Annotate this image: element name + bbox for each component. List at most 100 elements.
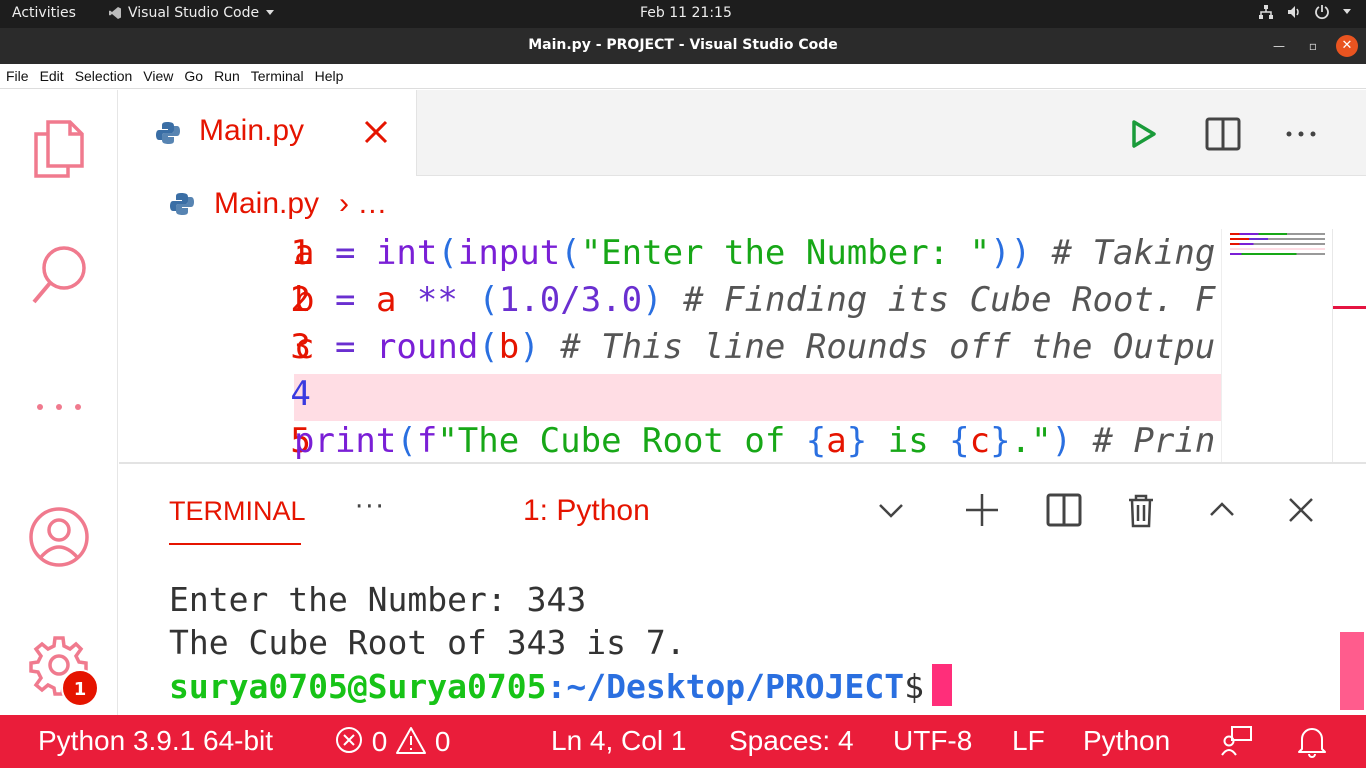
language-mode-status[interactable]: Python xyxy=(1083,725,1170,757)
python-file-icon xyxy=(156,122,180,144)
app-menu-label: Visual Studio Code xyxy=(128,5,260,21)
breadcrumb-symbols[interactable]: › … xyxy=(339,187,387,221)
window-title-bar: Main.py - PROJECT - Visual Studio Code —… xyxy=(0,28,1366,64)
minimap-ruler xyxy=(1332,229,1333,462)
tab-label: Main.py xyxy=(199,114,305,147)
encoding-status[interactable]: UTF-8 xyxy=(893,725,972,757)
active-tab-indicator xyxy=(169,543,301,545)
close-window-button[interactable]: ✕ xyxy=(1336,35,1358,57)
chevron-down-icon xyxy=(1343,9,1351,14)
search-button[interactable] xyxy=(24,240,94,310)
menu-go[interactable]: Go xyxy=(184,68,203,84)
terminal-prompt-line: surya0705@Surya0705:~/Desktop/PROJECT$ xyxy=(169,664,952,708)
breadcrumb-file[interactable]: Main.py xyxy=(214,187,319,221)
chevron-right-icon: › xyxy=(339,187,349,220)
maximize-button[interactable]: ▫ xyxy=(1302,35,1324,57)
notification-badge: 1 xyxy=(61,669,99,707)
ellipsis-icon xyxy=(1286,131,1316,137)
warning-icon xyxy=(396,727,427,754)
close-icon xyxy=(1289,498,1313,522)
status-bar: Python 3.9.1 64-bit 0 0 Ln 4, Col 1 Spac… xyxy=(0,715,1366,768)
window-title: Main.py - PROJECT - Visual Studio Code xyxy=(528,37,838,53)
menu-file[interactable]: File xyxy=(6,68,29,84)
menu-view[interactable]: View xyxy=(143,68,173,84)
code-text: c = round(b) # This line Rounds off the … xyxy=(294,327,1216,367)
minimap-line xyxy=(1230,243,1325,245)
code-text: b = a ** (1.0/3.0) # Finding its Cube Ro… xyxy=(294,280,1216,320)
new-terminal-button[interactable] xyxy=(962,490,1002,530)
code-line: 2 b = a ** (1.0/3.0) # Finding its Cube … xyxy=(119,276,1221,323)
system-tray[interactable] xyxy=(1258,4,1352,20)
indentation-status[interactable]: Spaces: 4 xyxy=(729,725,854,757)
more-actions-button[interactable] xyxy=(1281,114,1321,154)
feedback-icon xyxy=(1221,726,1252,756)
python-interpreter-status[interactable]: Python 3.9.1 64-bit xyxy=(38,725,273,757)
split-terminal-button[interactable] xyxy=(1044,490,1084,530)
activity-bar xyxy=(0,90,118,715)
panel-more-button[interactable]: ··· xyxy=(355,492,386,522)
tab-main-py[interactable]: Main.py xyxy=(119,90,417,176)
editor-tab-bar: Main.py xyxy=(119,90,1366,176)
terminal-dropdown-button[interactable] xyxy=(871,490,911,530)
menu-selection[interactable]: Selection xyxy=(75,68,133,84)
breadcrumb: Main.py › … xyxy=(119,177,1366,229)
explorer-button[interactable] xyxy=(24,112,94,182)
minimap-line xyxy=(1230,233,1325,235)
minimap[interactable] xyxy=(1221,229,1366,462)
accounts-button[interactable] xyxy=(24,502,94,572)
prompt-symbol: $ xyxy=(904,667,924,706)
terminal-line: The Cube Root of 343 is 7. xyxy=(169,623,686,662)
bell-icon xyxy=(1298,728,1326,758)
menu-help[interactable]: Help xyxy=(315,68,344,84)
chevron-down-icon xyxy=(266,10,275,15)
problems-status[interactable]: 0 0 xyxy=(334,725,451,758)
feedback-button[interactable] xyxy=(1220,724,1254,761)
network-icon xyxy=(1259,5,1273,19)
split-editor-icon xyxy=(1205,117,1241,151)
menu-run[interactable]: Run xyxy=(214,68,240,84)
code-line: 1 a = int(input("Enter the Number: ")) #… xyxy=(119,229,1221,276)
code-text: a = int(input("Enter the Number: ")) # T… xyxy=(294,233,1216,273)
kill-terminal-button[interactable] xyxy=(1121,490,1161,530)
maximize-panel-button[interactable] xyxy=(1202,490,1242,530)
terminal-scrollbar[interactable] xyxy=(1340,632,1364,710)
volume-icon xyxy=(1288,6,1299,18)
terminal-select[interactable]: 1: Python xyxy=(523,494,650,528)
bottom-panel: TERMINAL ··· 1: Python Enter the Number:… xyxy=(119,462,1366,715)
code-editor[interactable]: 1 a = int(input("Enter the Number: ")) #… xyxy=(119,229,1221,462)
more-views-button[interactable] xyxy=(24,372,94,442)
close-tab-icon[interactable] xyxy=(362,118,390,146)
code-line: 3 c = round(b) # This line Rounds off th… xyxy=(119,323,1221,370)
code-text: print(f"The Cube Root of {a} is {c}.") #… xyxy=(294,421,1216,461)
ellipsis-icon xyxy=(37,404,81,410)
terminal-cursor xyxy=(932,664,952,706)
prompt-path: :~/Desktop/PROJECT xyxy=(546,667,905,706)
files-icon xyxy=(34,120,84,178)
clock[interactable]: Feb 11 21:15 xyxy=(640,5,732,21)
overview-ruler-marker xyxy=(1333,306,1366,309)
trash-icon xyxy=(1129,494,1153,528)
app-menu[interactable]: Visual Studio Code xyxy=(108,5,275,21)
power-icon xyxy=(1315,5,1329,20)
code-line: 4 xyxy=(119,370,1221,417)
menu-edit[interactable]: Edit xyxy=(40,68,64,84)
notifications-button[interactable] xyxy=(1296,724,1328,761)
minimize-button[interactable]: — xyxy=(1268,35,1290,57)
prompt-user: surya0705@Surya0705 xyxy=(169,667,547,706)
account-icon xyxy=(29,507,89,567)
breadcrumb-rest: … xyxy=(357,187,388,220)
terminal-output[interactable]: Enter the Number: 343 The Cube Root of 34… xyxy=(169,578,952,708)
plus-icon xyxy=(966,494,998,526)
error-icon xyxy=(336,727,362,753)
line-number: 4 xyxy=(290,374,311,414)
split-editor-button[interactable] xyxy=(1203,114,1243,154)
eol-status[interactable]: LF xyxy=(1012,725,1045,757)
tab-terminal[interactable]: TERMINAL xyxy=(169,496,306,527)
run-python-file-button[interactable] xyxy=(1122,114,1162,154)
activities-button[interactable]: Activities xyxy=(12,5,76,21)
cursor-position-status[interactable]: Ln 4, Col 1 xyxy=(551,725,686,757)
close-panel-button[interactable] xyxy=(1281,490,1321,530)
minimap-line xyxy=(1230,248,1325,250)
menu-terminal[interactable]: Terminal xyxy=(251,68,304,84)
code-line: 5 print(f"The Cube Root of {a} is {c}.")… xyxy=(119,417,1221,462)
